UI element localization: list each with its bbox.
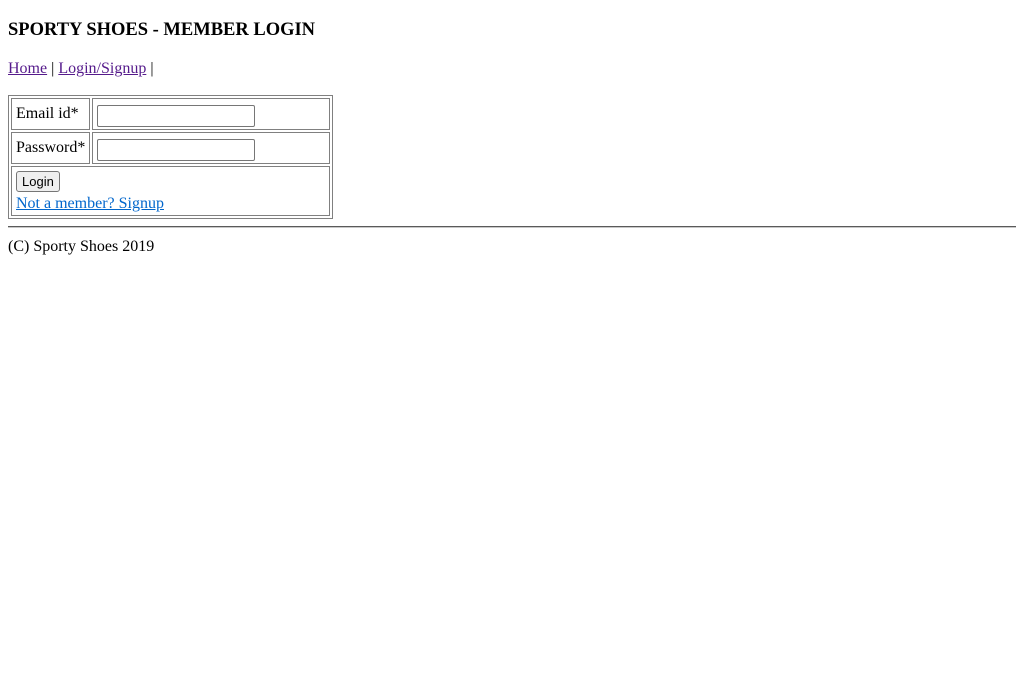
email-field[interactable] (97, 105, 255, 127)
page-title: SPORTY SHOES - MEMBER LOGIN (8, 20, 316, 40)
nav-link-home[interactable]: Home (8, 60, 47, 77)
email-input-cell (92, 98, 330, 130)
footer-divider (8, 226, 1016, 228)
password-label-cell: Password* (11, 132, 90, 164)
nav-separator: | (51, 60, 55, 77)
password-input-cell (92, 132, 330, 164)
nav-link-login-signup[interactable]: Login/Signup (58, 60, 146, 77)
footer-copyright: (C) Sporty Shoes 2019 (8, 238, 155, 255)
password-label: Password* (16, 139, 86, 156)
page: SPORTY SHOES - MEMBER LOGIN Home | Login… (0, 0, 1024, 678)
nav-separator: | (150, 60, 154, 77)
login-form-table: Email id* Password* Login Not a member? … (8, 95, 333, 219)
actions-cell: Login Not a member? Signup (11, 166, 330, 216)
password-field[interactable] (97, 139, 255, 161)
email-label-cell: Email id* (11, 98, 90, 130)
signup-link[interactable]: Not a member? Signup (16, 194, 164, 214)
email-label: Email id* (16, 105, 79, 122)
login-button[interactable]: Login (16, 171, 60, 192)
top-nav: Home | Login/Signup | (8, 59, 154, 79)
